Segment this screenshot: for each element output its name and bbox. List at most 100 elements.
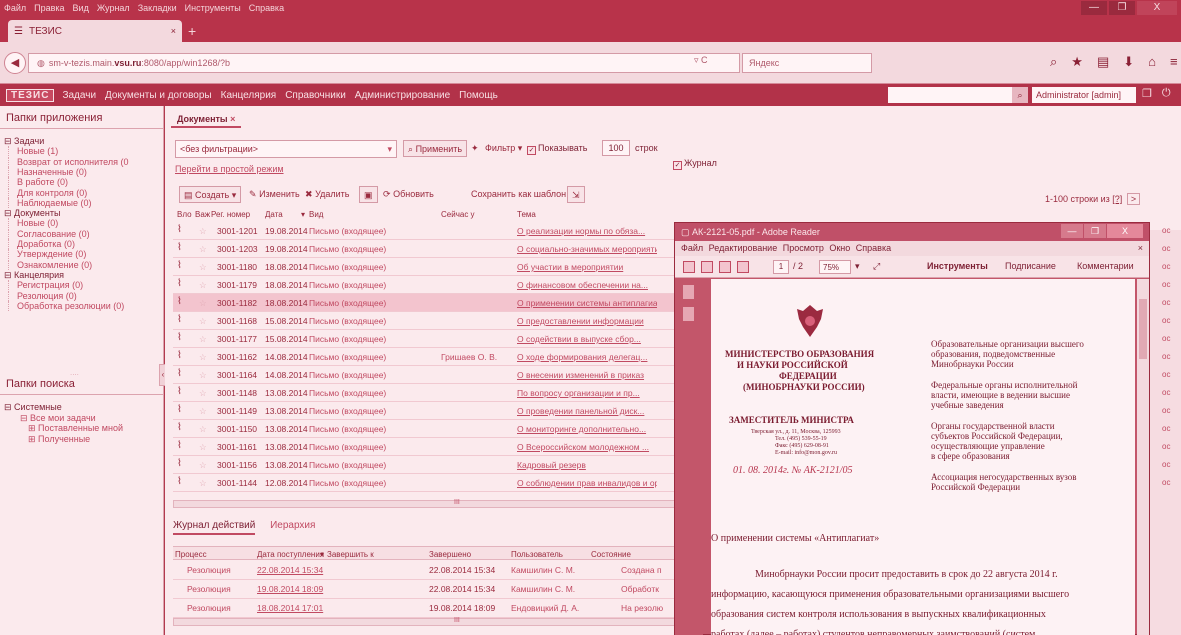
table-row[interactable]: Резолюция 19.08.2014 18:09 22.08.2014 15:3…	[173, 581, 733, 599]
filter-select[interactable]: <без фильтрации> ▾	[175, 140, 397, 158]
collapse-icon[interactable]: ⊟	[4, 136, 14, 146]
copy-button[interactable]: ▣	[359, 186, 378, 203]
user-select[interactable]: Administrator [admin]	[1032, 87, 1136, 103]
tab-action-log[interactable]: Журнал действий	[173, 520, 256, 535]
column-header[interactable]: Процесс	[175, 550, 207, 559]
expand-icon[interactable]: ⤢	[873, 261, 880, 272]
tree-item[interactable]: Новые (1)	[8, 146, 58, 157]
open-icon[interactable]	[683, 261, 695, 273]
tree-item[interactable]: Назначенные (0)	[8, 166, 87, 177]
table-row[interactable]: ⌇ ☆ 3001-1150 13.08.2014 Письмо (входящее) О …	[173, 420, 733, 438]
star-icon[interactable]: ☆	[199, 460, 207, 471]
attachment-icon[interactable]	[683, 307, 694, 321]
column-header[interactable]: Состояние	[591, 550, 631, 559]
doc-theme[interactable]: О соблюдении прав инвалидов и ор	[517, 478, 657, 488]
tree-item[interactable]: Наблюдаемые (0)	[8, 197, 91, 208]
chevron-down-icon[interactable]: ▾	[855, 261, 860, 272]
tree-item[interactable]: Согласование (0)	[8, 228, 90, 239]
received-date[interactable]: 18.08.2014 17:01	[257, 603, 323, 613]
menu-icon[interactable]: ≡	[1170, 54, 1178, 70]
column-header[interactable]: Завершить к	[327, 550, 374, 559]
star-icon[interactable]: ☆	[199, 370, 207, 381]
column-header[interactable]: Вло	[177, 210, 192, 219]
tree-group[interactable]: ⊟ Системные	[4, 402, 62, 413]
window-menu-item[interactable]: Инструменты	[185, 3, 241, 13]
doc-theme[interactable]: О финансовом обеспечении на...	[517, 280, 657, 290]
grid-scrollbar[interactable]: III	[173, 499, 733, 508]
bookmark-star-icon[interactable]: ★	[1071, 54, 1083, 70]
download-icon[interactable]: ⬇	[1123, 54, 1134, 70]
rows-count-input[interactable]: 100	[602, 140, 630, 156]
tree-item[interactable]: Новые (0)	[8, 218, 58, 229]
reader-menu-item[interactable]: Файл	[681, 243, 703, 253]
global-search-input[interactable]	[888, 87, 1028, 103]
star-icon[interactable]: ☆	[199, 280, 207, 291]
window-menu-item[interactable]: Файл	[4, 3, 26, 13]
journal-checkbox[interactable]: ✓ Журнал	[673, 158, 717, 170]
window-menu-item[interactable]: Справка	[249, 3, 284, 13]
table-row[interactable]: ⌇ ☆ 3001-1203 19.08.2014 Письмо (входящее) О …	[173, 240, 733, 258]
doc-theme[interactable]: О содействии в выпуске сбор...	[517, 334, 657, 344]
star-icon[interactable]: ☆	[199, 262, 207, 273]
column-header[interactable]: Сейчас у	[441, 210, 475, 219]
next-page-button[interactable]: >	[1126, 193, 1141, 205]
table-row[interactable]: ⌇ ☆ 3001-1144 12.08.2014 Письмо (входящее) О …	[173, 474, 733, 492]
sign-button[interactable]: Подписание	[1005, 261, 1056, 271]
star-icon[interactable]: ☆	[199, 316, 207, 327]
table-row[interactable]: ⌇ ☆ 3001-1168 15.08.2014 Письмо (входящее) О …	[173, 312, 733, 330]
table-row[interactable]: ⌇ ☆ 3001-1177 15.08.2014 Письмо (входящее) О …	[173, 330, 733, 348]
app-nav-item[interactable]: Документы и договоры	[105, 90, 212, 101]
table-row[interactable]: Резолюция 22.08.2014 15:34 22.08.2014 15:3…	[173, 562, 733, 580]
star-icon[interactable]: ☆	[199, 298, 207, 309]
reader-scrollbar[interactable]	[1137, 279, 1149, 635]
filter-dropdown-button[interactable]: Фильтр ▾	[481, 140, 526, 157]
table-row[interactable]: ⌇ ☆ 3001-1201 19.08.2014 Письмо (входящее) О …	[173, 222, 733, 240]
scroll-thumb[interactable]	[1139, 299, 1147, 359]
email-icon[interactable]	[737, 261, 749, 273]
sort-desc-icon[interactable]: ▾	[301, 210, 305, 219]
reader-menu-item[interactable]: Справка	[856, 243, 891, 253]
page-number-input[interactable]: 1	[773, 260, 789, 274]
search-icon[interactable]: ⌕	[1012, 87, 1028, 103]
pages-icon[interactable]	[683, 285, 694, 299]
star-icon[interactable]: ☆	[199, 388, 207, 399]
create-button[interactable]: ▤ Создать ▾	[179, 186, 242, 203]
close-window-button[interactable]: X	[1137, 1, 1177, 15]
expand-icon[interactable]: ⊞	[28, 423, 38, 433]
app-nav-item[interactable]: Задачи	[62, 90, 96, 101]
app-nav-item[interactable]: Помощь	[459, 90, 498, 101]
star-icon[interactable]: ☆	[199, 226, 207, 237]
tree-item[interactable]: ⊞ Поставленные мной	[28, 423, 123, 434]
tree-item[interactable]: Регистрация (0)	[8, 280, 83, 291]
search-icon[interactable]: ⌕	[1050, 54, 1057, 70]
window-menu-item[interactable]: Журнал	[97, 3, 130, 13]
doc-theme[interactable]: О применении системы антиплагиат	[517, 298, 657, 308]
reader-menu-item[interactable]: Редактирование	[709, 243, 778, 253]
reader-menu-item[interactable]: Окно	[829, 243, 850, 253]
doc-theme[interactable]: О реализации нормы по обяза...	[517, 226, 657, 236]
tree-item[interactable]: Для контроля (0)	[8, 187, 87, 198]
comments-button[interactable]: Комментарии	[1077, 261, 1134, 271]
doc-theme[interactable]: О социально-значимых мероприятиях	[517, 244, 657, 254]
column-header[interactable]: Рег. номер	[211, 210, 250, 219]
star-icon[interactable]: ☆	[199, 478, 207, 489]
star-icon[interactable]: ☆	[199, 244, 207, 255]
minimize-button[interactable]: —	[1081, 1, 1107, 15]
star-icon[interactable]: ☆	[199, 442, 207, 453]
new-tab-button[interactable]: +	[188, 23, 196, 39]
save-template-button[interactable]: Сохранить как шаблон	[467, 186, 570, 203]
window-menu-item[interactable]: Закладки	[138, 3, 177, 13]
collapse-icon[interactable]: ⊟	[4, 402, 14, 412]
journal-scrollbar[interactable]: III	[173, 617, 733, 626]
collapse-icon[interactable]: ⊟	[4, 208, 14, 218]
table-row[interactable]: ⌇ ☆ 3001-1161 13.08.2014 Письмо (входящее) О …	[173, 438, 733, 456]
splitter-handle[interactable]: ....	[70, 368, 79, 377]
tree-item[interactable]: Обработка резолюции (0)	[8, 300, 124, 311]
apply-filter-button[interactable]: ⌕ Применить	[403, 140, 468, 157]
column-header[interactable]: Вид	[309, 210, 323, 219]
collapse-icon[interactable]: ⊟	[20, 413, 30, 423]
tree-item[interactable]: ⊞ Полученные	[28, 434, 90, 445]
edit-button[interactable]: ✎ Изменить	[245, 186, 304, 203]
print-icon[interactable]	[701, 261, 713, 273]
doc-theme[interactable]: Кадровый резерв	[517, 460, 657, 470]
